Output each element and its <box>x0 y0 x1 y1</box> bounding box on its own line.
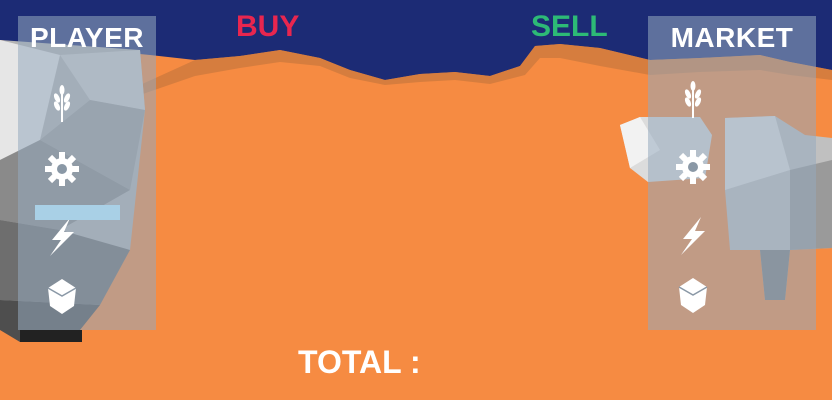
buy-label[interactable]: BUY <box>236 10 299 44</box>
crystal-icon[interactable] <box>42 276 82 316</box>
wheat-icon[interactable] <box>42 84 82 124</box>
gear-icon[interactable] <box>673 147 713 187</box>
lightning-icon[interactable] <box>42 216 82 256</box>
lightning-icon[interactable] <box>673 215 713 255</box>
sell-label[interactable]: SELL <box>531 10 608 44</box>
total-label: TOTAL : <box>298 344 421 380</box>
player-resource-bar <box>35 205 120 220</box>
wheat-icon[interactable] <box>673 80 713 120</box>
market-panel-title: MARKET <box>670 22 794 53</box>
crystal-icon[interactable] <box>673 275 713 315</box>
player-panel-title: PLAYER <box>29 22 144 53</box>
gear-icon[interactable] <box>42 149 82 189</box>
market-panel: MARKET <box>648 16 816 330</box>
player-panel: PLAYER <box>18 16 156 330</box>
